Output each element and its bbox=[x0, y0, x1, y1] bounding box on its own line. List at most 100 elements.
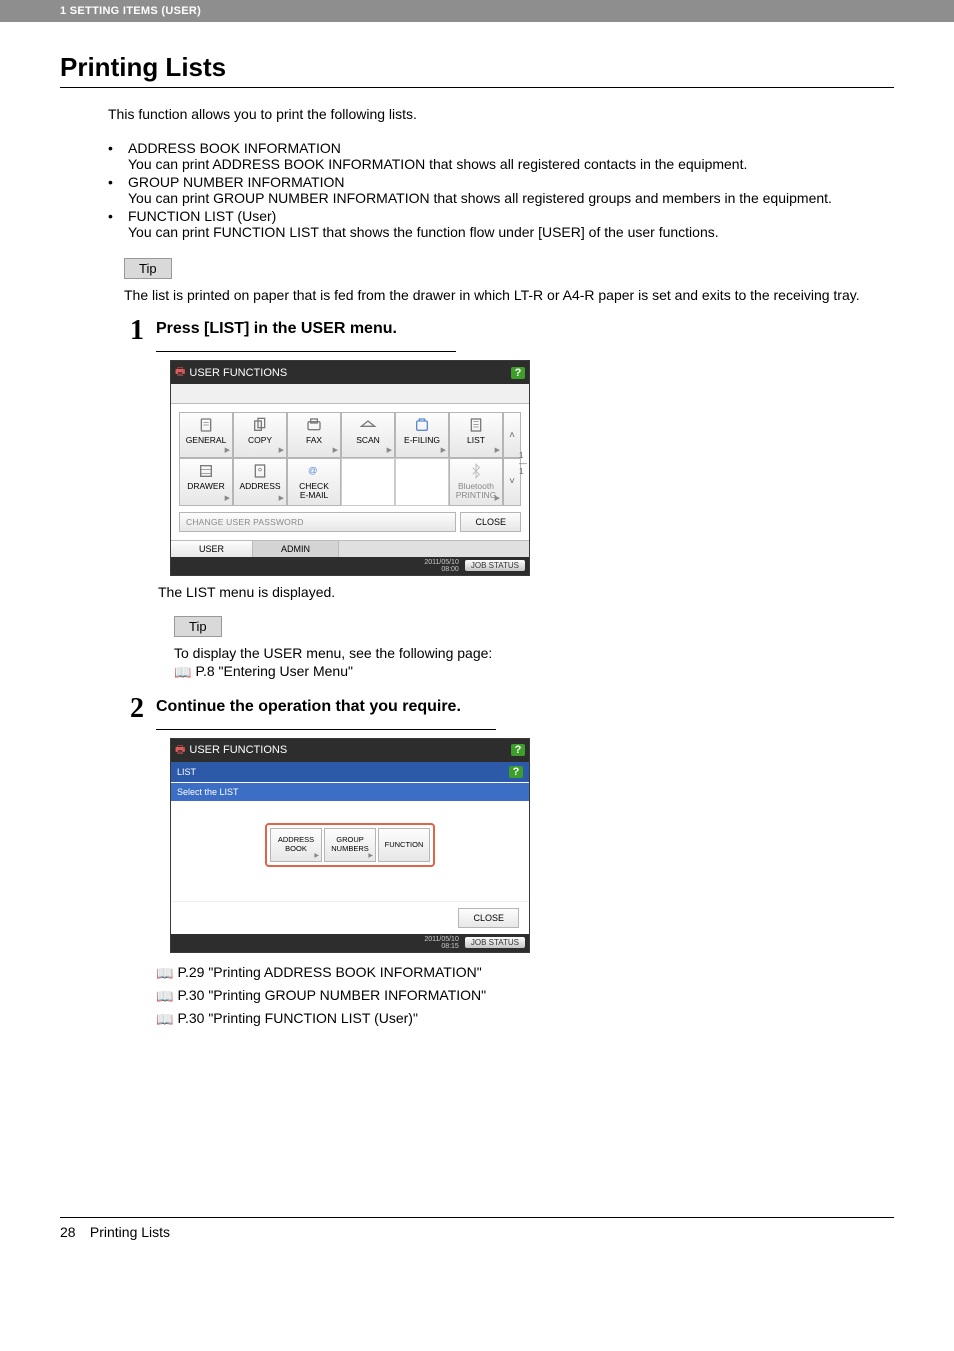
ref-item: 📖P.30 "Printing FUNCTION LIST (User)" bbox=[156, 1007, 894, 1030]
bullet-item: • ADDRESS BOOK INFORMATION You can print… bbox=[108, 140, 894, 172]
help-button[interactable]: ? bbox=[511, 744, 525, 756]
step-number: 2 bbox=[122, 695, 144, 723]
btn-line2: NUMBERS bbox=[331, 845, 369, 853]
job-status-button[interactable]: JOB STATUS bbox=[465, 560, 525, 571]
panel-titlebar: 🖶 USER FUNCTIONS ? bbox=[171, 361, 529, 384]
btn-label: E-FILING bbox=[404, 435, 440, 445]
printer-icon: 🖶 bbox=[175, 741, 185, 760]
drawer-button[interactable]: DRAWER▶ bbox=[179, 458, 233, 506]
tip2-ref: 📖P.8 "Entering User Menu" bbox=[174, 663, 894, 681]
job-status-button[interactable]: JOB STATUS bbox=[465, 937, 525, 948]
triangle-icon: ▶ bbox=[441, 447, 446, 455]
panel-list-menu: 🖶 USER FUNCTIONS ? LIST ? Select the LIS… bbox=[170, 738, 530, 953]
panel-tabs: USER ADMIN bbox=[171, 540, 529, 557]
subheader-list: LIST ? bbox=[171, 762, 529, 783]
subheader-select: Select the LIST bbox=[171, 783, 529, 801]
function-button[interactable]: FUNCTION bbox=[378, 828, 430, 862]
title-rule bbox=[60, 87, 894, 88]
icon-grid: GENERAL▶ COPY▶ FAX▶ SCAN▶ E-FILING▶ bbox=[179, 412, 521, 506]
panel-spacer bbox=[171, 384, 529, 404]
bullet-name: GROUP NUMBER INFORMATION bbox=[128, 174, 345, 190]
address-book-button[interactable]: ADDRESS BOOK ▶ bbox=[270, 828, 322, 862]
copy-button[interactable]: COPY▶ bbox=[233, 412, 287, 458]
step1-result: The LIST menu is displayed. bbox=[158, 584, 894, 600]
subheader-instruction: Select the LIST bbox=[177, 787, 239, 797]
help-button[interactable]: ? bbox=[511, 367, 525, 379]
tab-user[interactable]: USER bbox=[171, 541, 253, 557]
triangle-icon: ▶ bbox=[333, 447, 338, 455]
check-email-button[interactable]: @ CHECK E-MAIL bbox=[287, 458, 341, 506]
chevron-up-icon: ˄ bbox=[509, 430, 515, 441]
panel-statusbar: 2011/05/1008:00 JOB STATUS bbox=[171, 557, 529, 575]
btn-label: CHECK E-MAIL bbox=[299, 481, 329, 500]
help-button[interactable]: ? bbox=[509, 766, 523, 778]
bullet-dot-icon: • bbox=[108, 174, 113, 190]
tip-badge: Tip bbox=[174, 616, 222, 637]
group-numbers-button[interactable]: GROUP NUMBERS ▶ bbox=[324, 828, 376, 862]
book-icon: 📖 bbox=[156, 1011, 173, 1027]
triangle-icon: ▶ bbox=[387, 447, 392, 455]
btn-label: SCAN bbox=[356, 435, 380, 445]
list-area: ADDRESS BOOK ▶ GROUP NUMBERS ▶ FUNCTION bbox=[171, 801, 529, 901]
panel-statusbar: 2011/05/1008:15 JOB STATUS bbox=[171, 934, 529, 952]
bullet-desc: You can print FUNCTION LIST that shows t… bbox=[128, 224, 894, 240]
change-password-button[interactable]: CHANGE USER PASSWORD bbox=[179, 512, 456, 532]
bullet-name: FUNCTION LIST (User) bbox=[128, 208, 276, 224]
email-icon: @ bbox=[305, 463, 323, 479]
bullet-desc: You can print ADDRESS BOOK INFORMATION t… bbox=[128, 156, 894, 172]
btn-label: FAX bbox=[306, 435, 322, 445]
triangle-icon: ▶ bbox=[368, 853, 373, 860]
triangle-icon: ▶ bbox=[279, 495, 284, 503]
triangle-icon: ▶ bbox=[225, 495, 230, 503]
step-rule bbox=[156, 729, 496, 730]
list-icon bbox=[467, 417, 485, 433]
list-button[interactable]: LIST▶ bbox=[449, 412, 503, 458]
bullet-name: ADDRESS BOOK INFORMATION bbox=[128, 140, 341, 156]
bullet-list: • ADDRESS BOOK INFORMATION You can print… bbox=[108, 140, 894, 240]
btn-label: GENERAL bbox=[186, 435, 227, 445]
step-title: Press [LIST] in the USER menu. bbox=[156, 317, 397, 345]
tab-admin[interactable]: ADMIN bbox=[253, 541, 339, 557]
general-button[interactable]: GENERAL▶ bbox=[179, 412, 233, 458]
panel-user-functions: 🖶 USER FUNCTIONS ? ☝ 1—1 GENERAL▶ COPY▶ bbox=[170, 360, 530, 576]
triangle-icon: ▶ bbox=[314, 853, 319, 860]
bullet-dot-icon: • bbox=[108, 208, 113, 224]
step-title: Continue the operation that you require. bbox=[156, 695, 461, 723]
blank-cell bbox=[395, 458, 449, 506]
triangle-icon: ▶ bbox=[279, 447, 284, 455]
datetime-label: 2011/05/1008:00 bbox=[424, 559, 459, 573]
fax-icon bbox=[305, 417, 323, 433]
address-button[interactable]: ADDRESS▶ bbox=[233, 458, 287, 506]
step-number: 1 bbox=[122, 317, 144, 345]
tip2-text: To display the USER menu, see the follow… bbox=[174, 645, 894, 661]
step-1: 1 Press [LIST] in the USER menu. bbox=[60, 317, 894, 345]
close-button[interactable]: CLOSE bbox=[460, 512, 521, 532]
btn-label: Bluetooth PRINTING bbox=[456, 481, 497, 500]
bullet-item: • GROUP NUMBER INFORMATION You can print… bbox=[108, 174, 894, 206]
btn-label: DRAWER bbox=[187, 481, 224, 491]
copy-icon bbox=[251, 417, 269, 433]
ref-text: P.29 "Printing ADDRESS BOOK INFORMATION" bbox=[177, 964, 481, 980]
step-2: 2 Continue the operation that you requir… bbox=[60, 695, 894, 723]
page-footer: 28 Printing Lists bbox=[60, 1217, 894, 1240]
document-icon bbox=[197, 417, 215, 433]
ref-item: 📖P.29 "Printing ADDRESS BOOK INFORMATION… bbox=[156, 961, 894, 984]
book-icon: 📖 bbox=[174, 664, 191, 680]
scan-button[interactable]: SCAN ▶ bbox=[341, 412, 395, 458]
bluetooth-printing-button[interactable]: Bluetooth PRINTING▶ bbox=[449, 458, 503, 506]
btn-line1: FUNCTION bbox=[385, 841, 424, 849]
efiling-button[interactable]: E-FILING▶ bbox=[395, 412, 449, 458]
page-title: Printing Lists bbox=[60, 52, 894, 83]
bullet-desc: You can print GROUP NUMBER INFORMATION t… bbox=[128, 190, 894, 206]
page-number: 28 bbox=[60, 1224, 86, 1240]
panel-titlebar: 🖶 USER FUNCTIONS ? bbox=[171, 739, 529, 762]
tip-badge: Tip bbox=[124, 258, 172, 279]
svg-text:@: @ bbox=[308, 466, 317, 476]
fax-button[interactable]: FAX ▶ bbox=[287, 412, 341, 458]
scroll-page-indicator: 1—1 bbox=[519, 452, 527, 476]
triangle-icon: ▶ bbox=[495, 447, 500, 455]
close-button[interactable]: CLOSE bbox=[458, 908, 519, 928]
intro-text: This function allows you to print the fo… bbox=[108, 106, 894, 122]
close-row: CLOSE bbox=[171, 901, 529, 934]
tip2-ref-text: P.8 "Entering User Menu" bbox=[195, 663, 353, 679]
